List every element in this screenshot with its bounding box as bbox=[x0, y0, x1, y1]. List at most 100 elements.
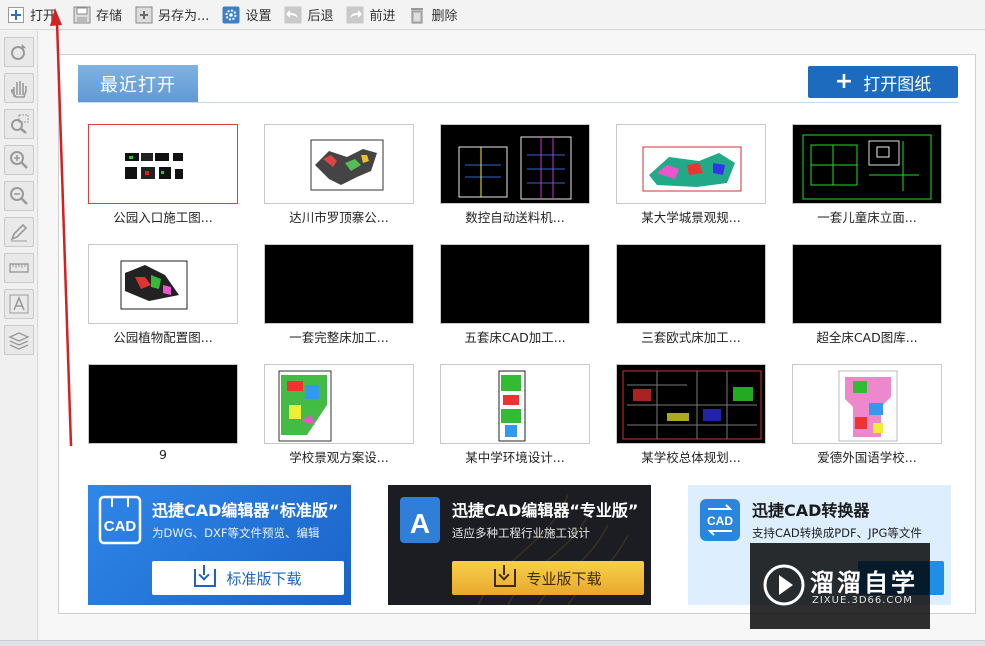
file-thumbnail[interactable] bbox=[88, 244, 238, 324]
toolbar: 打开 存储 另存为... 设置 后退 前进 删除 bbox=[0, 0, 985, 30]
cad-editor-logo-icon: CAD bbox=[98, 495, 142, 545]
file-thumbnail[interactable] bbox=[616, 124, 766, 204]
rotate-tool[interactable] bbox=[4, 37, 34, 67]
save-as-label: 另存为... bbox=[158, 9, 210, 24]
banner-title: 迅捷CAD转换器 bbox=[752, 501, 870, 520]
pencil-tool[interactable] bbox=[4, 217, 34, 247]
file-thumbnail[interactable] bbox=[440, 244, 590, 324]
zoom-window-tool[interactable] bbox=[4, 109, 34, 139]
file-name: 达川市罗顶寨公... bbox=[289, 210, 389, 225]
zoom-out-tool[interactable] bbox=[4, 181, 34, 211]
file-name: 学校景观方案设... bbox=[289, 450, 389, 465]
drawing-preview bbox=[802, 134, 932, 200]
open-label: 打开 bbox=[30, 9, 57, 24]
drawing-preview bbox=[622, 370, 762, 440]
banner-subtitle: 为DWG、DXF等文件预览、编辑 bbox=[152, 526, 320, 540]
zoom-out-icon bbox=[10, 187, 28, 205]
banner-title: 迅捷CAD编辑器“标准版” bbox=[152, 501, 339, 520]
drawing-preview bbox=[838, 370, 898, 442]
forward-arrow-icon bbox=[345, 5, 365, 25]
plus-icon bbox=[6, 5, 26, 25]
file-name: 某大学城景观规... bbox=[641, 210, 741, 225]
save-button[interactable]: 存储 bbox=[66, 0, 128, 30]
pencil-icon bbox=[10, 223, 28, 242]
save-icon bbox=[72, 5, 92, 25]
download-label: 专业版下载 bbox=[526, 569, 602, 588]
text-tool[interactable] bbox=[4, 289, 34, 319]
file-thumbnail[interactable] bbox=[616, 244, 766, 324]
delete-label: 删除 bbox=[431, 9, 458, 24]
file-name: 9 bbox=[159, 447, 167, 462]
logo-text: A bbox=[410, 508, 430, 539]
file-thumbnail[interactable] bbox=[792, 244, 942, 324]
drawing-preview bbox=[458, 136, 572, 200]
watermark-title: 溜溜自学 bbox=[810, 569, 918, 597]
gear-icon bbox=[221, 5, 241, 25]
cad-converter-logo-icon: CAD bbox=[700, 499, 740, 541]
measure-tool[interactable] bbox=[4, 253, 34, 283]
zoom-in-tool[interactable] bbox=[4, 145, 34, 175]
tab-divider bbox=[78, 102, 958, 103]
watermark-url: ZIXUE.3D66.COM bbox=[812, 595, 913, 606]
file-name: 一套儿童床立面... bbox=[817, 210, 917, 225]
file-name: 公园植物配置图... bbox=[113, 330, 213, 345]
file-thumbnail[interactable] bbox=[88, 124, 238, 204]
file-thumbnail[interactable] bbox=[792, 124, 942, 204]
forward-label: 前进 bbox=[369, 9, 396, 24]
file-thumbnail[interactable] bbox=[264, 364, 414, 444]
drawing-preview bbox=[642, 146, 742, 192]
file-thumbnail[interactable] bbox=[616, 364, 766, 444]
standard-edition-banner[interactable]: CAD 迅捷CAD编辑器“标准版” 为DWG、DXF等文件预览、编辑 标准版下载 bbox=[88, 485, 351, 605]
pan-tool[interactable] bbox=[4, 73, 34, 103]
logo-text: CAD bbox=[104, 518, 137, 535]
settings-button[interactable]: 设置 bbox=[215, 0, 277, 30]
delete-button[interactable]: 删除 bbox=[401, 0, 463, 30]
forward-button[interactable]: 前进 bbox=[339, 0, 401, 30]
pro-edition-banner[interactable]: A 迅捷CAD编辑器“专业版” 适应多种工程行业施工设计 专业版下载 bbox=[388, 485, 651, 605]
download-icon bbox=[494, 565, 517, 587]
back-arrow-icon bbox=[283, 5, 303, 25]
file-name: 爱德外国语学校... bbox=[817, 450, 917, 465]
standard-download-button[interactable]: 标准版下载 bbox=[152, 561, 344, 595]
trash-icon bbox=[407, 5, 427, 25]
file-thumbnail[interactable] bbox=[264, 124, 414, 204]
ruler-icon bbox=[9, 263, 29, 273]
open-drawing-button[interactable]: + 打开图纸 bbox=[808, 66, 958, 98]
file-thumbnail[interactable] bbox=[264, 244, 414, 324]
drawing-preview bbox=[498, 370, 526, 442]
save-as-button[interactable]: 另存为... bbox=[128, 0, 215, 30]
open-button[interactable]: 打开 bbox=[0, 0, 62, 30]
logo-text: CAD bbox=[707, 514, 733, 528]
banner-title: 迅捷CAD编辑器“专业版” bbox=[452, 501, 639, 520]
layers-icon bbox=[8, 332, 30, 350]
file-name: 公园入口施工图... bbox=[113, 210, 213, 225]
file-name: 一套完整床加工... bbox=[289, 330, 389, 345]
zoom-in-icon bbox=[10, 151, 28, 169]
left-toolbar bbox=[0, 31, 38, 646]
pan-hand-icon bbox=[10, 81, 27, 98]
plus-icon: + bbox=[834, 69, 854, 94]
file-thumbnail[interactable] bbox=[88, 364, 238, 444]
layers-tool[interactable] bbox=[4, 325, 34, 355]
file-name: 超全床CAD图库... bbox=[816, 330, 918, 345]
cad-pro-logo-icon: A bbox=[400, 497, 440, 543]
status-bar bbox=[0, 640, 985, 646]
save-label: 存储 bbox=[96, 9, 123, 24]
text-icon bbox=[9, 294, 29, 314]
banner-subtitle: 适应多种工程行业施工设计 bbox=[452, 526, 590, 540]
file-thumbnail[interactable] bbox=[440, 364, 590, 444]
watermark: 溜溜自学 ZIXUE.3D66.COM bbox=[750, 543, 930, 629]
settings-label: 设置 bbox=[245, 9, 272, 24]
back-label: 后退 bbox=[307, 9, 334, 24]
save-as-icon bbox=[134, 5, 154, 25]
pro-download-button[interactable]: 专业版下载 bbox=[452, 561, 644, 595]
zoom-window-icon bbox=[11, 114, 29, 134]
back-button[interactable]: 后退 bbox=[277, 0, 339, 30]
file-thumbnail[interactable] bbox=[440, 124, 590, 204]
play-logo-icon bbox=[763, 564, 805, 606]
tab-recent[interactable]: 最近打开 bbox=[78, 65, 198, 103]
download-icon bbox=[194, 565, 217, 587]
drawing-preview bbox=[120, 260, 188, 310]
file-name: 某中学环境设计... bbox=[465, 450, 565, 465]
file-thumbnail[interactable] bbox=[792, 364, 942, 444]
